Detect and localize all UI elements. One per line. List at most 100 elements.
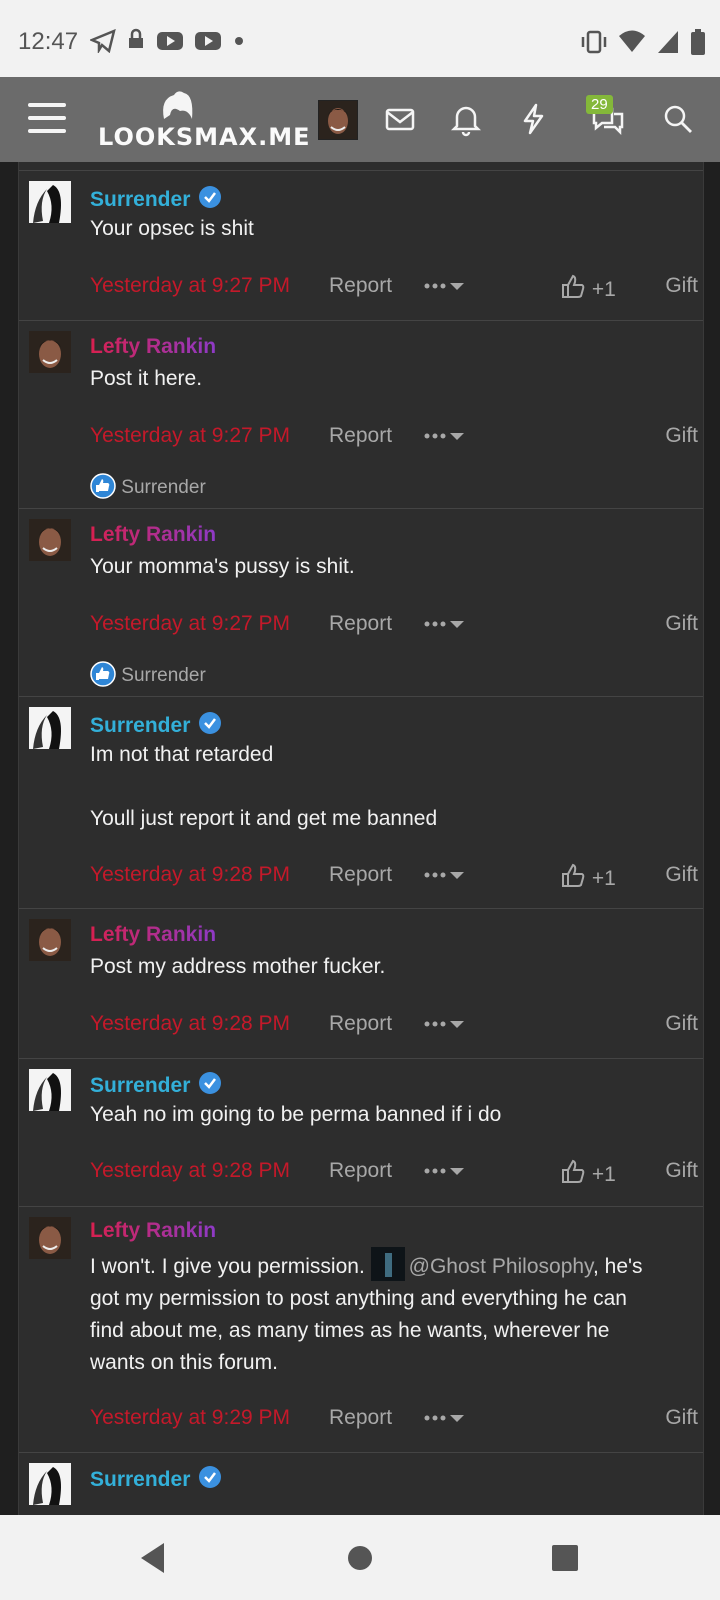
more-menu[interactable] (423, 863, 467, 893)
search-icon[interactable] (660, 101, 696, 137)
post-message: Im not that retarded Youll just report i… (90, 739, 690, 835)
post-author[interactable]: Lefty Rankin (90, 1219, 216, 1243)
avatar[interactable] (29, 1069, 71, 1111)
post-actions: Yesterday at 9:29 PM Report Gift (90, 1406, 698, 1436)
message-line: Post it here. (90, 367, 203, 390)
gift-link[interactable]: Gift (665, 424, 698, 448)
more-menu[interactable] (423, 424, 467, 454)
post-message: Post my address mother fucker. (90, 951, 690, 983)
post-time[interactable]: Yesterday at 9:27 PM (90, 274, 290, 298)
message-line: Your opsec is shit (90, 217, 254, 240)
post-author[interactable]: Surrender (90, 1071, 222, 1098)
avatar[interactable] (29, 707, 71, 749)
post-author[interactable]: Lefty Rankin (90, 923, 216, 947)
more-icon (424, 433, 446, 439)
like-count: +1 (591, 867, 616, 890)
post-author[interactable]: Lefty Rankin (90, 523, 216, 547)
youtube-icon (195, 32, 221, 50)
report-link[interactable]: Report (329, 424, 392, 448)
report-link[interactable]: Report (329, 1406, 392, 1430)
author-name: Surrender (90, 1074, 191, 1097)
report-link[interactable]: Report (329, 863, 392, 887)
post-message: Post it here. (90, 363, 690, 395)
avatar[interactable] (29, 1463, 71, 1505)
post-time[interactable]: Yesterday at 9:28 PM (90, 1012, 290, 1036)
bell-icon[interactable] (448, 101, 484, 137)
post: Lefty Rankin I won't. I give you permiss… (19, 1206, 703, 1453)
post-time[interactable]: Yesterday at 9:28 PM (90, 1159, 290, 1183)
post-author[interactable]: Surrender (90, 711, 222, 738)
verified-icon (199, 1466, 222, 1488)
message-line: wants on this forum. (90, 1351, 278, 1374)
gift-link[interactable]: Gift (665, 1406, 698, 1430)
reaction-user: Surrender (121, 665, 206, 686)
like-count: +1 (591, 278, 616, 301)
lock-icon (129, 28, 143, 48)
like-button[interactable]: +1 (560, 863, 616, 891)
avatar-image (319, 101, 357, 139)
message-line: Yeah no im going to be perma banned if i… (90, 1103, 502, 1126)
thread: Surrender Your opsec is shit Yesterday a… (18, 162, 704, 1515)
post-time[interactable]: Yesterday at 9:28 PM (90, 863, 290, 887)
more-icon (424, 1021, 446, 1027)
post-author[interactable]: Surrender (90, 185, 222, 212)
post-author[interactable]: Surrender (90, 1465, 222, 1492)
post-time[interactable]: Yesterday at 9:29 PM (90, 1406, 290, 1430)
avatar[interactable] (29, 519, 71, 561)
notification-icons (90, 28, 246, 54)
thumbs-up-icon (562, 863, 585, 887)
more-menu[interactable] (423, 1406, 467, 1436)
post-actions: Yesterday at 9:28 PM Report +1 Gift (90, 1159, 698, 1189)
author-name: Surrender (90, 714, 191, 737)
message-line: Your momma's pussy is shit. (90, 555, 355, 578)
user-avatar[interactable] (318, 100, 358, 140)
system-icons (580, 28, 706, 56)
more-menu[interactable] (423, 1159, 467, 1189)
recents-icon[interactable] (551, 1544, 579, 1572)
gift-link[interactable]: Gift (665, 863, 698, 887)
post: Lefty Rankin Your momma's pussy is shit.… (19, 508, 703, 697)
avatar[interactable] (29, 331, 71, 373)
report-link[interactable]: Report (329, 612, 392, 636)
site-logo[interactable]: LOOKSMAX.ME (98, 89, 311, 151)
report-link[interactable]: Report (329, 274, 392, 298)
status-time: 12:47 (18, 28, 79, 55)
report-link[interactable]: Report (329, 1012, 392, 1036)
avatar[interactable] (29, 181, 71, 223)
like-button[interactable]: +1 (560, 1159, 616, 1187)
post-time[interactable]: Yesterday at 9:27 PM (90, 424, 290, 448)
more-menu[interactable] (423, 274, 467, 304)
reaction-bar[interactable]: Surrender (90, 473, 206, 499)
post-author[interactable]: Lefty Rankin (90, 335, 216, 359)
back-icon[interactable] (138, 1541, 168, 1575)
message-line: Post my address mother fucker. (90, 955, 386, 978)
more-menu[interactable] (423, 612, 467, 642)
caret-down-icon (450, 1021, 464, 1028)
caret-down-icon (450, 283, 464, 290)
reaction-bar[interactable]: Surrender (90, 661, 206, 687)
gift-link[interactable]: Gift (665, 1159, 698, 1183)
gift-link[interactable]: Gift (665, 612, 698, 636)
message-line: I won't. I give you permission. @Ghost P… (90, 1247, 690, 1283)
post-time[interactable]: Yesterday at 9:27 PM (90, 612, 290, 636)
post-message: Your opsec is shit (90, 213, 690, 245)
dot-icon (235, 37, 243, 45)
bolt-icon[interactable] (515, 101, 551, 137)
menu-icon[interactable] (28, 103, 66, 135)
report-link[interactable]: Report (329, 1159, 392, 1183)
logo-text: LOOKSMAX.ME (98, 123, 311, 151)
message-text: , he's (593, 1255, 643, 1278)
more-menu[interactable] (423, 1012, 467, 1042)
gift-link[interactable]: Gift (665, 1012, 698, 1036)
gift-link[interactable]: Gift (665, 274, 698, 298)
avatar[interactable] (29, 919, 71, 961)
like-count: +1 (591, 1163, 616, 1186)
mail-icon[interactable] (382, 101, 418, 137)
user-mention-link[interactable]: @Ghost Philosophy (409, 1255, 593, 1278)
avatar-image (33, 711, 61, 749)
like-button[interactable]: +1 (560, 274, 616, 302)
caret-down-icon (450, 872, 464, 879)
avatar[interactable] (29, 1217, 71, 1259)
like-reaction-icon (90, 473, 116, 499)
home-icon[interactable] (346, 1544, 374, 1572)
